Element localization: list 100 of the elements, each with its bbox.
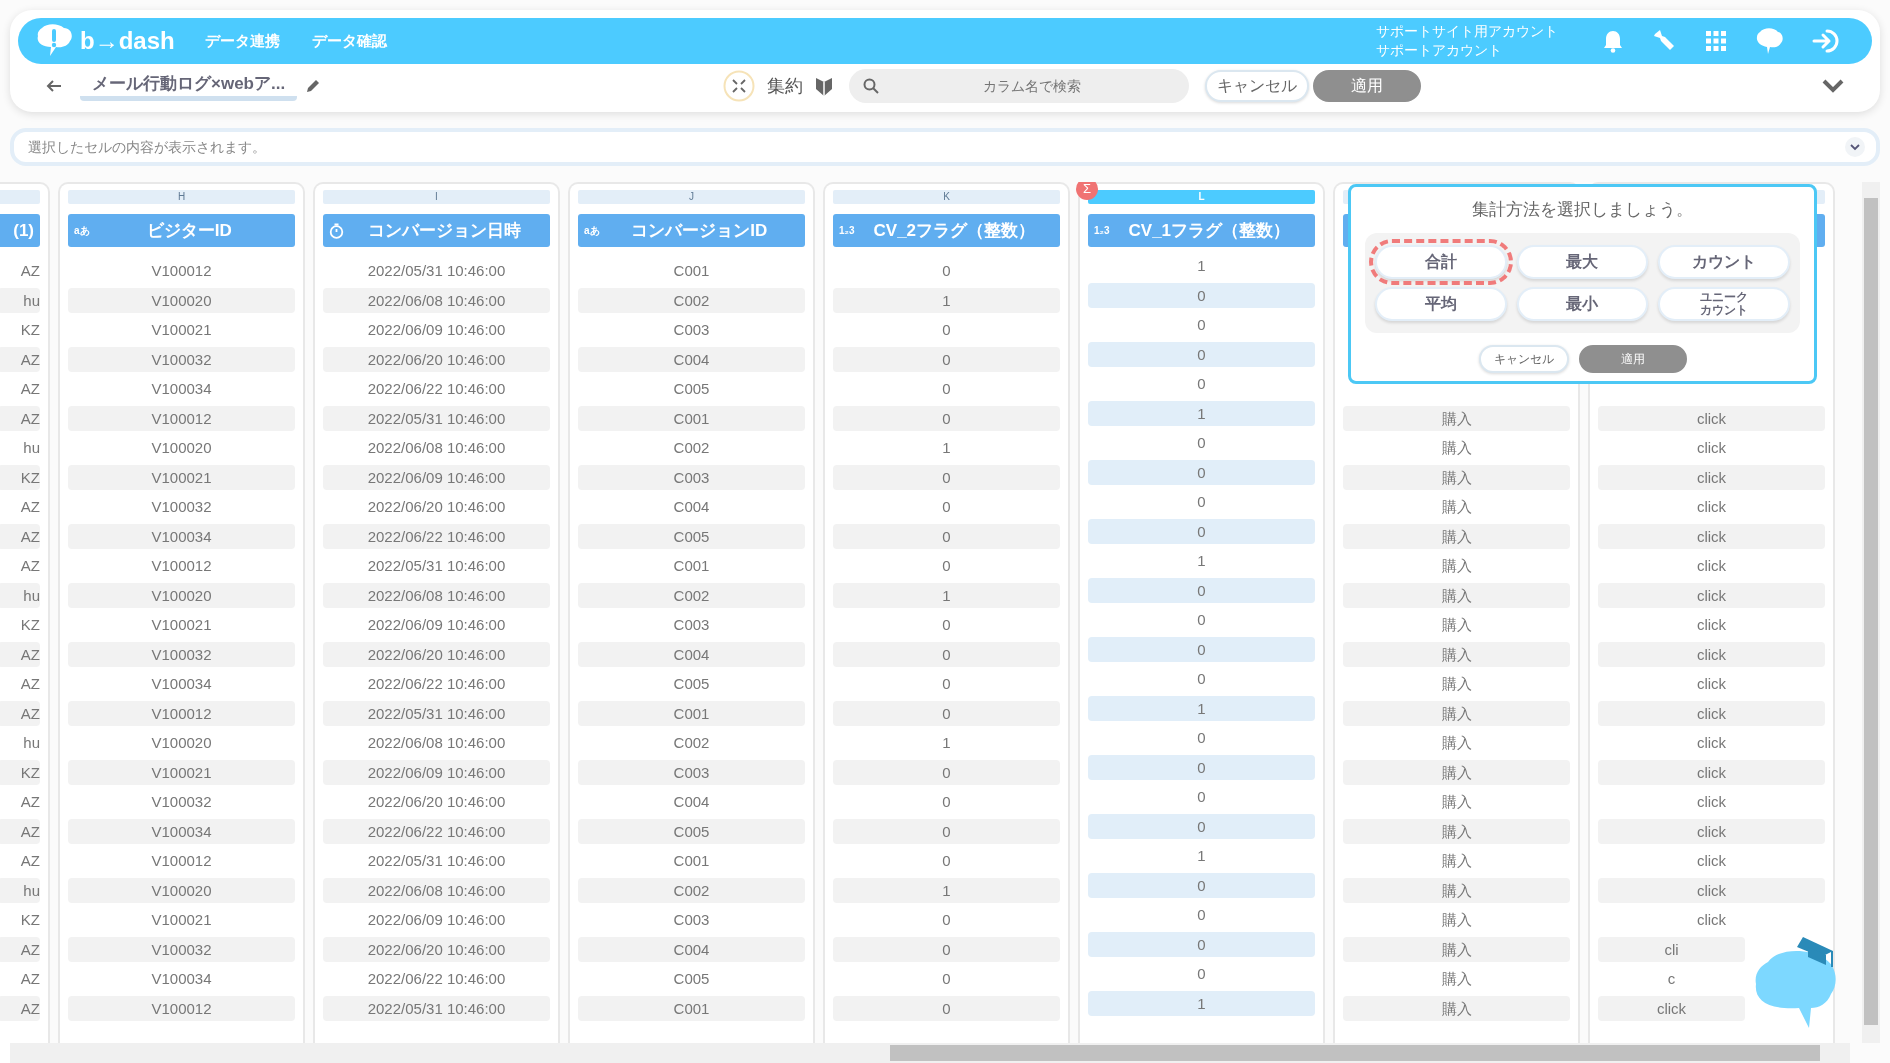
table-cell[interactable]: 0 [833, 671, 1060, 696]
aggregate-option[interactable]: 最大 [1516, 244, 1649, 279]
table-cell[interactable]: click [1598, 612, 1825, 637]
table-cell[interactable]: 0 [1088, 872, 1315, 898]
table-cell[interactable]: cli [1598, 936, 1745, 962]
table-cell[interactable]: AZ [0, 848, 40, 873]
table-cell[interactable]: AZ [0, 966, 40, 991]
table-cell[interactable]: V100012 [68, 258, 295, 283]
table-cell[interactable]: V100032 [68, 789, 295, 814]
table-cell[interactable]: 2022/06/09 10:46:00 [323, 612, 550, 637]
table-cell[interactable]: C001 [578, 405, 805, 431]
table-cell[interactable]: click [1598, 789, 1825, 814]
table-cell[interactable]: click [1598, 907, 1825, 932]
cell-viewer-field[interactable]: 選択したセルの内容が表示されます。 [10, 128, 1880, 166]
horizontal-scrollbar[interactable] [10, 1043, 1850, 1063]
table-cell[interactable]: 2022/06/22 10:46:00 [323, 818, 550, 844]
table-cell[interactable]: 0 [833, 405, 1060, 431]
table-cell[interactable]: 0 [833, 641, 1060, 667]
table-cell[interactable]: V100034 [68, 966, 295, 991]
table-cell[interactable]: 購入 [1343, 936, 1570, 962]
table-cell[interactable]: click [1598, 405, 1825, 431]
table-cell[interactable]: click [1598, 435, 1825, 460]
table-cell[interactable]: AZ [0, 641, 40, 667]
table-cell[interactable]: C005 [578, 376, 805, 401]
table-cell[interactable]: 0 [833, 759, 1060, 785]
table-cell[interactable]: 0 [1088, 666, 1315, 691]
collapse-icon[interactable] [722, 70, 755, 102]
table-cell[interactable]: 1 [833, 730, 1060, 755]
table-cell[interactable]: 0 [833, 523, 1060, 549]
table-cell[interactable]: 2022/06/20 10:46:00 [323, 936, 550, 962]
table-cell[interactable]: 1 [833, 435, 1060, 460]
table-cell[interactable]: V100032 [68, 936, 295, 962]
table-cell[interactable]: V100032 [68, 641, 295, 667]
table-cell[interactable]: 購入 [1343, 995, 1570, 1021]
table-cell[interactable]: 0 [1088, 607, 1315, 632]
table-cell[interactable]: 0 [1088, 931, 1315, 957]
table-cell[interactable]: C002 [578, 582, 805, 608]
table-cell[interactable]: 購入 [1343, 405, 1570, 431]
table-cell[interactable]: AZ [0, 700, 40, 726]
table-cell[interactable]: C001 [578, 995, 805, 1021]
table-cell[interactable]: C001 [578, 553, 805, 578]
table-cell[interactable]: 0 [1088, 902, 1315, 927]
table-cell[interactable]: 0 [833, 966, 1060, 991]
table-cell[interactable]: 2022/05/31 10:46:00 [323, 405, 550, 431]
vertical-scrollbar[interactable] [1862, 182, 1880, 1043]
table-cell[interactable]: 0 [1088, 430, 1315, 455]
table-cell[interactable]: C004 [578, 494, 805, 519]
chevron-down-icon[interactable] [1844, 136, 1866, 158]
table-cell[interactable]: V100012 [68, 553, 295, 578]
table-cell[interactable]: KZ [0, 759, 40, 785]
table-cell[interactable]: 2022/06/08 10:46:00 [323, 730, 550, 755]
table-cell[interactable]: 1 [1088, 843, 1315, 868]
column-letter-bar[interactable]: J [578, 190, 805, 204]
table-cell[interactable]: 2022/06/09 10:46:00 [323, 317, 550, 342]
table-cell[interactable]: 2022/05/31 10:46:00 [323, 848, 550, 873]
table-cell[interactable]: AZ [0, 789, 40, 814]
table-cell[interactable]: C002 [578, 287, 805, 313]
table-cell[interactable]: V100021 [68, 907, 295, 932]
table-cell[interactable]: C003 [578, 317, 805, 342]
table-cell[interactable]: C003 [578, 759, 805, 785]
table-cell[interactable]: 0 [1088, 636, 1315, 662]
table-cell[interactable]: 2022/06/08 10:46:00 [323, 877, 550, 903]
table-cell[interactable]: 0 [833, 936, 1060, 962]
table-cell[interactable]: V100012 [68, 405, 295, 431]
shield-icon[interactable] [814, 75, 833, 97]
table-cell[interactable]: 2022/06/22 10:46:00 [323, 671, 550, 696]
table-cell[interactable]: C004 [578, 789, 805, 814]
table-cell[interactable]: 2022/06/20 10:46:00 [323, 641, 550, 667]
cancel-button[interactable]: キャンセル [1478, 344, 1569, 373]
table-cell[interactable]: click [1598, 759, 1825, 785]
table-cell[interactable]: 0 [833, 995, 1060, 1021]
table-cell[interactable]: 購入 [1343, 582, 1570, 608]
table-cell[interactable]: click [1598, 877, 1825, 903]
table-cell[interactable]: C004 [578, 936, 805, 962]
table-cell[interactable]: 購入 [1343, 553, 1570, 578]
table-cell[interactable]: 購入 [1343, 641, 1570, 667]
table-cell[interactable]: 0 [833, 848, 1060, 873]
table-cell[interactable]: C001 [578, 700, 805, 726]
table-cell[interactable]: 0 [833, 258, 1060, 283]
table-cell[interactable]: 購入 [1343, 671, 1570, 696]
table-cell[interactable]: 2022/06/20 10:46:00 [323, 789, 550, 814]
table-cell[interactable]: 購入 [1343, 789, 1570, 814]
table-cell[interactable]: 2022/06/08 10:46:00 [323, 582, 550, 608]
table-cell[interactable]: 2022/06/08 10:46:00 [323, 287, 550, 313]
column-letter-bar[interactable]: K [833, 190, 1060, 204]
aggregate-option[interactable]: 平均 [1375, 286, 1507, 321]
table-cell[interactable]: 0 [1088, 754, 1315, 780]
table-cell[interactable]: 2022/06/09 10:46:00 [323, 464, 550, 490]
table-cell[interactable]: V100020 [68, 877, 295, 903]
table-cell[interactable]: AZ [0, 995, 40, 1021]
column-header[interactable]: aあ ビジターID [68, 214, 295, 247]
table-cell[interactable]: AZ [0, 494, 40, 519]
table-cell[interactable]: hu [0, 730, 40, 755]
table-cell[interactable]: click [1598, 641, 1825, 667]
table-cell[interactable]: V100021 [68, 612, 295, 637]
table-cell[interactable]: click [1598, 730, 1825, 755]
table-cell[interactable]: hu [0, 287, 40, 313]
table-cell[interactable]: KZ [0, 317, 40, 342]
table-cell[interactable]: hu [0, 435, 40, 460]
table-cell[interactable]: click [1598, 671, 1825, 696]
